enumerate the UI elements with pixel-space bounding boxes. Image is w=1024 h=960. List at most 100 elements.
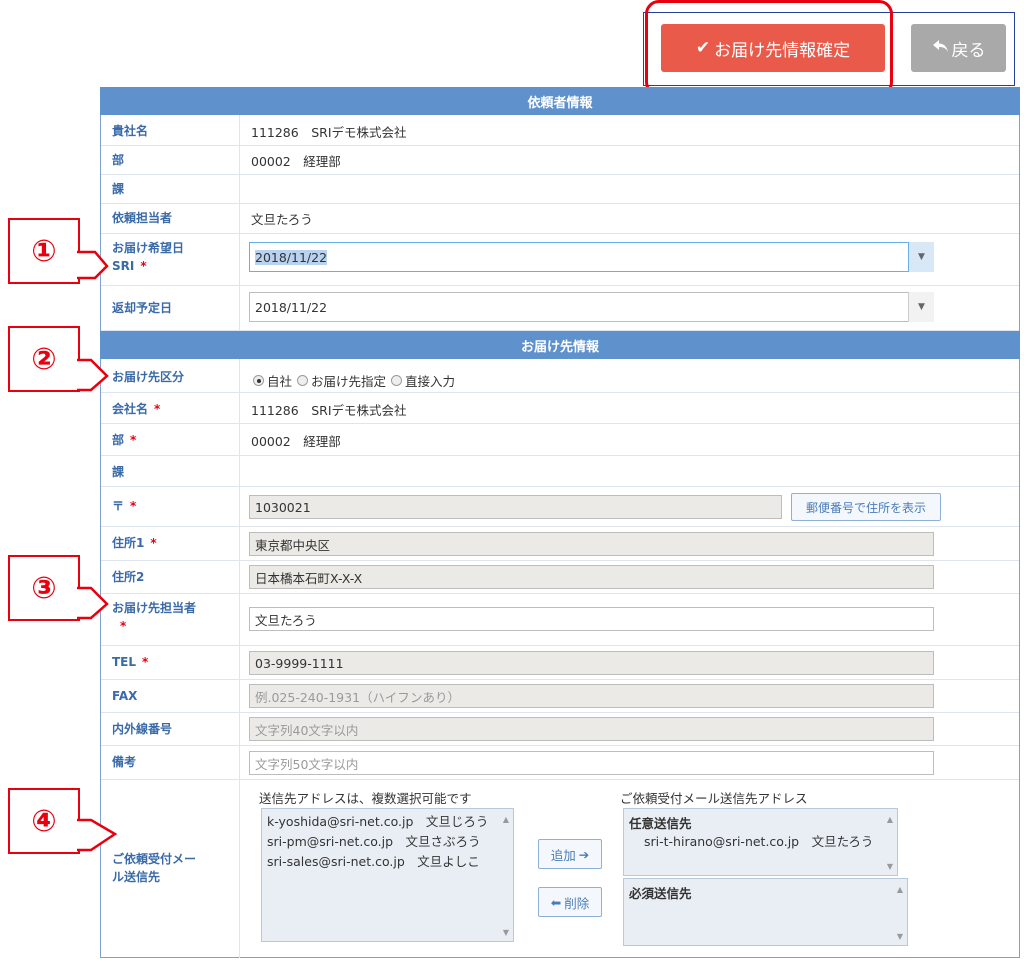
row-delivery-type	[101, 359, 1019, 393]
required-recipient-list[interactable]: 必須送信先 ▲ ▼	[623, 878, 908, 946]
section-label: 課	[112, 182, 125, 196]
requester-section-header: 依頼者情報	[100, 87, 1020, 115]
arrow-left-icon: ⬅	[550, 894, 562, 910]
delivery-date-label: お届け希望日 SRI *	[112, 239, 184, 275]
tel-label: TEL *	[112, 653, 148, 671]
add-recipient-label: 追加	[550, 847, 576, 863]
optional-recipient-header: 任意送信先	[629, 816, 692, 831]
source-caption: 送信先アドレスは、複数選択可能です	[259, 791, 472, 806]
delivery-company-value: 111286 SRIデモ株式会社	[251, 403, 407, 418]
fax-input[interactable]: 例.025-240-1931（ハイフンあり）	[249, 684, 934, 708]
scroll-up-icon[interactable]: ▲	[887, 815, 893, 824]
delivery-date-label-line2: SRI	[112, 259, 135, 273]
delivery-type-radio-group: 自社 お届け先指定 直接入力	[253, 371, 460, 390]
radio-own-company-label: 自社	[267, 374, 293, 389]
requester-section-title: 依頼者情報	[527, 95, 593, 111]
remove-recipient-label: 削除	[564, 895, 590, 911]
tel-label-text: TEL	[112, 655, 137, 669]
arrow-right-icon: ➔	[578, 846, 590, 862]
contact-label-text: お届け先担当者	[112, 601, 197, 615]
delivery-dept-label: 部 *	[112, 431, 136, 449]
dept-value: 00002 経理部	[251, 154, 341, 169]
delivery-date-select[interactable]: 2018/11/22 ▼	[249, 242, 934, 272]
scroll-down-icon[interactable]: ▼	[887, 862, 893, 871]
callout-arrow	[77, 358, 109, 392]
back-button[interactable]: 戻る	[911, 24, 1006, 72]
note-input[interactable]: 文字列50文字以内	[249, 751, 934, 775]
scroll-down-icon[interactable]: ▼	[897, 932, 903, 941]
delivery-company-label-text: 会社名	[112, 402, 149, 416]
return-date-label: 返却予定日	[112, 301, 173, 315]
callout-3: ③	[8, 555, 80, 621]
address1-label-text: 住所1	[112, 536, 145, 550]
company-value: 111286 SRIデモ株式会社	[251, 125, 407, 140]
zip-label: 〒 *	[112, 497, 136, 515]
extension-input[interactable]: 文字列40文字以内	[249, 717, 934, 741]
scroll-down-icon[interactable]: ▼	[503, 928, 509, 937]
required-mark: *	[142, 655, 149, 669]
delivery-type-label: お届け先区分	[112, 370, 185, 384]
zip-label-text: 〒	[112, 499, 125, 513]
radio-specified-destination-label: お届け先指定	[311, 374, 387, 389]
address1-input[interactable]: 東京都中央区	[249, 532, 934, 556]
address2-input[interactable]: 日本橋本石町X-X-X	[249, 565, 934, 589]
destination-caption: ご依頼受付メール送信先アドレス	[620, 791, 808, 806]
delivery-company-label: 会社名 *	[112, 400, 160, 418]
radio-direct-input-label: 直接入力	[405, 374, 456, 389]
callout-4: ④	[8, 788, 80, 854]
radio-own-company[interactable]	[253, 375, 264, 386]
required-mark: *	[154, 402, 161, 416]
list-item[interactable]: sri-pm@sri-net.co.jp 文旦さぶろう	[262, 832, 513, 852]
return-date-select[interactable]: 2018/11/22 ▼	[249, 292, 934, 322]
mail-recipients-label: ご依頼受付メー ル送信先	[112, 850, 196, 886]
callout-arrow	[77, 586, 109, 620]
required-recipient-header: 必須送信先	[629, 886, 692, 901]
delivery-date-value: 2018/11/22	[255, 249, 328, 265]
confirm-highlight-frame	[645, 0, 893, 96]
optional-recipient-list[interactable]: 任意送信先 sri-t-hirano@sri-net.co.jp 文旦たろう ▲…	[623, 808, 898, 876]
chevron-down-icon[interactable]: ▼	[908, 242, 934, 272]
chevron-down-icon[interactable]: ▼	[908, 292, 934, 322]
dept-label: 部	[112, 153, 125, 167]
add-recipient-button[interactable]: 追加 ➔	[538, 839, 602, 869]
callout-arrow	[77, 250, 109, 280]
zip-lookup-button[interactable]: 郵便番号で住所を表示	[791, 493, 941, 521]
callout-1: ①	[8, 218, 80, 284]
row-person	[101, 204, 1019, 234]
extension-label: 内外線番号	[112, 722, 173, 736]
address2-label: 住所2	[112, 570, 145, 584]
list-item[interactable]: k-yoshida@sri-net.co.jp 文旦じろう	[262, 812, 513, 832]
fax-label: FAX	[112, 689, 138, 703]
source-address-list[interactable]: k-yoshida@sri-net.co.jp 文旦じろう sri-pm@sri…	[261, 808, 514, 942]
row-delivery-dept	[101, 424, 1019, 456]
contact-label: お届け先担当者 *	[112, 599, 196, 635]
person-value: 文旦たろう	[251, 212, 313, 227]
delivery-dept-value: 00002 経理部	[251, 434, 341, 449]
delivery-section-header: お届け先情報	[100, 331, 1020, 359]
contact-input[interactable]: 文旦たろう	[249, 607, 934, 631]
scroll-up-icon[interactable]: ▲	[503, 815, 509, 824]
mail-recipients-label-line2: ル送信先	[112, 870, 161, 884]
required-mark: *	[130, 433, 137, 447]
delivery-section-label: 課	[112, 465, 125, 479]
required-mark: *	[140, 259, 147, 273]
callout-arrow	[77, 818, 117, 852]
company-label: 貴社名	[112, 124, 149, 138]
row-delivery-company	[101, 393, 1019, 424]
list-item[interactable]: sri-sales@sri-net.co.jp 文旦よしこ	[262, 852, 513, 872]
delivery-date-label-line1: お届け希望日	[112, 241, 185, 255]
list-item[interactable]: sri-t-hirano@sri-net.co.jp 文旦たろう	[624, 832, 897, 852]
radio-specified-destination[interactable]	[297, 375, 309, 386]
tel-input[interactable]: 03-9999-1111	[249, 651, 934, 675]
remove-recipient-button[interactable]: ⬅ 削除	[538, 887, 602, 917]
scroll-up-icon[interactable]: ▲	[897, 885, 903, 894]
radio-direct-input[interactable]	[391, 375, 403, 386]
note-label: 備考	[112, 755, 137, 769]
required-mark: *	[120, 619, 127, 633]
required-mark: *	[130, 499, 137, 513]
person-label: 依頼担当者	[112, 211, 173, 225]
zip-input[interactable]: 1030021	[249, 495, 782, 519]
callout-2: ②	[8, 326, 80, 392]
row-section	[101, 175, 1019, 204]
back-arrow-icon	[932, 38, 950, 58]
